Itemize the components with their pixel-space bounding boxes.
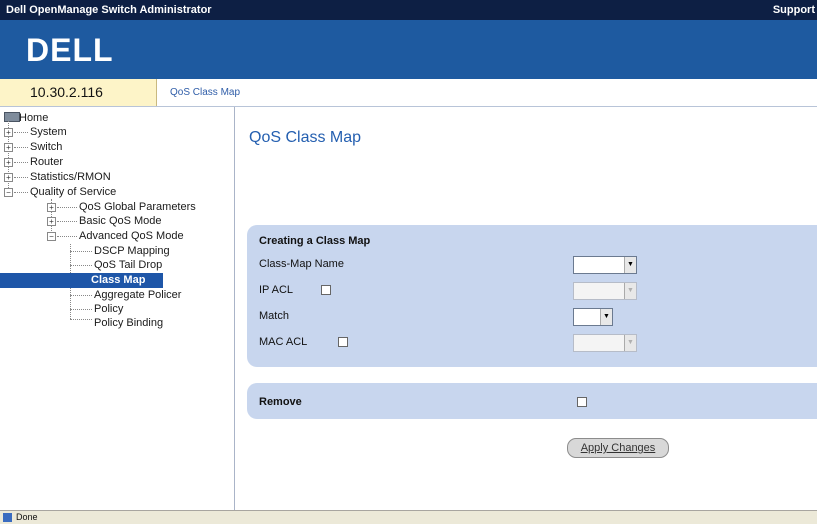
ip-acl-row: IP ACL ▼ [247,277,817,303]
collapse-qos-icon[interactable]: − [4,188,13,197]
expand-basic-qos-icon[interactable]: + [47,217,56,226]
expand-system-icon[interactable]: + [4,128,13,137]
match-select[interactable]: ▼ [573,308,613,326]
breadcrumb[interactable]: QoS Class Map [170,79,240,106]
expand-statistics-icon[interactable]: + [4,173,13,182]
match-label: Match [259,310,289,322]
support-link[interactable]: Support [773,4,815,16]
tree-aggregate-policer[interactable]: Aggregate Policer [94,289,181,302]
header-banner: DELL [0,20,817,79]
ip-acl-label: IP ACL [259,284,294,296]
tree-system[interactable]: System [30,126,67,139]
expand-router-icon[interactable]: + [4,158,13,167]
tree-policy[interactable]: Policy [94,303,123,316]
title-bar: Dell OpenManage Switch Administrator Sup… [0,0,817,20]
remove-label: Remove [259,396,302,408]
expand-switch-icon[interactable]: + [4,143,13,152]
tree-home[interactable]: Home [19,112,48,125]
collapse-advanced-qos-icon[interactable]: − [47,232,56,241]
remove-panel: Remove [247,383,817,419]
apply-changes-button[interactable]: Apply Changes [567,438,669,458]
tree-quality-of-service[interactable]: Quality of Service [30,186,116,199]
class-map-name-row: Class-Map Name ▼ [247,251,817,277]
ip-acl-checkbox[interactable] [321,285,331,295]
tree-router[interactable]: Router [30,156,63,169]
home-icon [4,112,20,122]
tree-advanced-qos-mode[interactable]: Advanced QoS Mode [79,230,184,243]
tree-basic-qos-mode[interactable]: Basic QoS Mode [79,215,162,228]
create-class-map-panel: Creating a Class Map Class-Map Name ▼ IP… [247,225,817,367]
tree-statistics[interactable]: Statistics/RMON [30,171,111,184]
dell-logo: DELL [26,32,114,68]
main-content: QoS Class Map Creating a Class Map Class… [235,107,817,510]
tree-switch[interactable]: Switch [30,141,62,154]
tree-class-map[interactable]: Class Map [0,273,163,288]
tree-qos-tail-drop[interactable]: QoS Tail Drop [94,259,162,272]
remove-checkbox[interactable] [577,397,587,407]
info-bar: 10.30.2.116 QoS Class Map [0,79,817,107]
mac-acl-checkbox[interactable] [338,337,348,347]
tree-qos-global-parameters[interactable]: QoS Global Parameters [79,201,196,214]
mac-acl-row: MAC ACL ▼ [247,329,817,355]
ip-acl-select[interactable]: ▼ [573,282,637,300]
chevron-down-icon: ▼ [600,309,612,325]
page-done-icon [3,513,12,522]
chevron-down-icon: ▼ [624,257,636,273]
mac-acl-select[interactable]: ▼ [573,334,637,352]
expand-qos-global-icon[interactable]: + [47,203,56,212]
chevron-down-icon: ▼ [624,335,636,351]
class-map-name-label: Class-Map Name [259,258,344,270]
tree-dscp-mapping[interactable]: DSCP Mapping [94,245,170,258]
nav-tree: Home + System + Switch + Router + Statis… [0,107,235,510]
page-title: QoS Class Map [249,129,362,146]
panel-title: Creating a Class Map [259,235,371,247]
tree-policy-binding[interactable]: Policy Binding [94,317,163,330]
status-text: Done [16,512,38,522]
switch-ip: 10.30.2.116 [0,79,157,106]
chevron-down-icon: ▼ [624,283,636,299]
status-bar: Done [0,510,817,524]
mac-acl-label: MAC ACL [259,336,308,348]
class-map-name-select[interactable]: ▼ [573,256,637,274]
match-row: Match ▼ [247,303,817,329]
window-title: Dell OpenManage Switch Administrator [6,4,212,16]
